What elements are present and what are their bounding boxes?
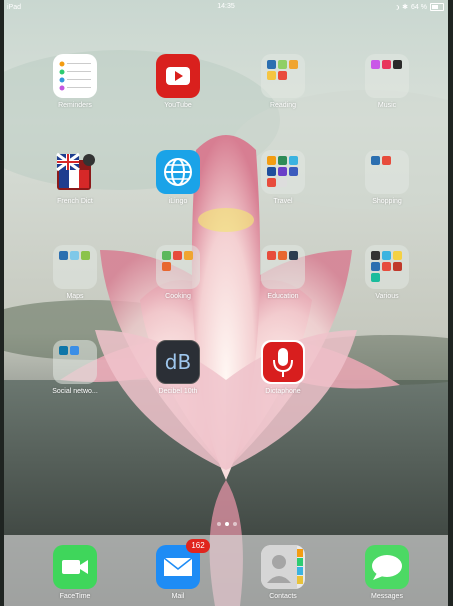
ilingo-globe-icon: [156, 150, 200, 194]
app-label: Social netwo...: [52, 388, 98, 395]
folder-maps[interactable]: Maps: [35, 245, 115, 300]
app-label: Various: [375, 293, 399, 300]
various-folder-icon: [365, 245, 409, 289]
app-label: iLingo: [168, 198, 188, 205]
app-label: FaceTime: [59, 593, 91, 600]
page-dot[interactable]: [216, 522, 221, 526]
mail-unread-badge: 162: [186, 539, 210, 553]
clock: 14:35: [217, 3, 235, 10]
app-label: YouTube: [164, 102, 192, 109]
music-folder-icon: [365, 54, 409, 98]
travel-folder-icon: [261, 150, 305, 194]
video-camera-icon: [53, 545, 97, 589]
app-label: Reading: [269, 102, 297, 109]
envelope-icon: 162: [156, 539, 210, 589]
french-dict-icon: [53, 150, 97, 194]
shopping-folder-icon: [365, 150, 409, 194]
decibel-icon-text: dB: [164, 350, 192, 374]
maps-folder-icon: [53, 245, 97, 289]
app-french-dict[interactable]: French Dict: [35, 150, 115, 205]
app-dictaphone[interactable]: Dictaphone: [243, 340, 323, 395]
microphone-icon: [261, 340, 305, 384]
app-ilingo[interactable]: iLingo: [138, 150, 218, 205]
folder-shopping[interactable]: Shopping: [347, 150, 427, 205]
folder-travel[interactable]: Travel: [243, 150, 323, 205]
contacts-icon: [261, 545, 305, 589]
app-decibel[interactable]: dB Decibel 10th: [138, 340, 218, 395]
page-dot[interactable]: [232, 522, 237, 526]
app-label: Travel: [273, 198, 293, 205]
app-label: Shopping: [372, 198, 402, 205]
app-label: Dictaphone: [265, 388, 301, 395]
app-label: Music: [377, 102, 397, 109]
battery-icon: [430, 3, 444, 11]
cooking-folder-icon: [156, 245, 200, 289]
app-label: French Dict: [57, 198, 93, 205]
reminders-icon: [53, 54, 97, 98]
app-reminders[interactable]: Reminders: [35, 54, 115, 109]
app-label: Maps: [66, 293, 84, 300]
app-youtube[interactable]: YouTube: [138, 54, 218, 109]
app-mail[interactable]: 162 Mail: [138, 539, 218, 600]
battery-level: [432, 5, 439, 9]
do-not-disturb-icon: [393, 5, 398, 10]
folder-social[interactable]: Social netwo...: [35, 340, 115, 395]
app-messages[interactable]: Messages: [347, 545, 427, 600]
youtube-icon: [156, 54, 200, 98]
page-indicator[interactable]: [0, 522, 453, 526]
reading-folder-icon: [261, 54, 305, 98]
social-folder-icon: [53, 340, 97, 384]
app-label: Education: [267, 293, 299, 300]
page-dot-current[interactable]: [224, 522, 229, 526]
app-label: Cooking: [165, 293, 191, 300]
decibel-icon: dB: [156, 340, 200, 384]
app-facetime[interactable]: FaceTime: [35, 545, 115, 600]
folder-reading[interactable]: Reading: [243, 54, 323, 109]
folder-cooking[interactable]: Cooking: [138, 245, 218, 300]
app-label: Messages: [371, 593, 403, 600]
app-contacts[interactable]: Contacts: [243, 545, 323, 600]
status-bar: iPad 14:35 ✱ 64 %: [4, 0, 448, 14]
education-folder-icon: [261, 245, 305, 289]
folder-education[interactable]: Education: [243, 245, 323, 300]
folder-music[interactable]: Music: [347, 54, 427, 109]
app-label: Decibel 10th: [158, 388, 198, 395]
app-label: Mail: [171, 593, 185, 600]
folder-various[interactable]: Various: [347, 245, 427, 300]
screen-bezel-right: [448, 0, 453, 606]
screen-bezel-left: [0, 0, 4, 606]
app-label: Contacts: [269, 593, 297, 600]
speech-bubble-icon: [365, 545, 409, 589]
app-label: Reminders: [58, 102, 92, 109]
